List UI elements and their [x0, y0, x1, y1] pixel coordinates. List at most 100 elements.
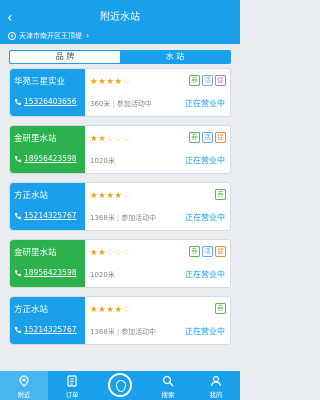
- station-name: 金研里水站: [14, 134, 57, 144]
- tab-brand[interactable]: 品 牌: [10, 51, 120, 63]
- nav-search[interactable]: 搜索: [144, 371, 192, 400]
- promo-badge: 促: [215, 132, 226, 143]
- station-meta: 1368米 | 参加活动中: [90, 328, 157, 336]
- station-card[interactable]: 金研里水站 18956423598 ★★☆☆☆ 券活促 1020米 正在营业中: [9, 239, 231, 288]
- rating-stars: ★★☆☆☆: [90, 134, 131, 144]
- phone-number: 15214325767: [24, 211, 77, 220]
- promo-badge: 券: [215, 189, 226, 200]
- phone-icon: [14, 155, 21, 162]
- bottom-nav: 附近 订单 搜索 我的: [0, 371, 240, 400]
- chevron-right-icon: ›: [86, 31, 90, 40]
- star-filled-icon: ★: [90, 77, 99, 87]
- activity-text: 参加活动中: [121, 328, 157, 336]
- star-filled-icon: ★: [90, 134, 99, 144]
- badge-group: 券活促: [189, 246, 226, 257]
- phone-number: 15326403656: [24, 97, 77, 106]
- station-meta: 1020米: [90, 156, 115, 166]
- star-filled-icon: ★: [114, 77, 123, 87]
- badge-group: 券: [215, 189, 226, 200]
- station-name: 方正水站: [14, 191, 49, 201]
- promo-badge: 券: [189, 132, 200, 143]
- tab-station[interactable]: 水 站: [120, 51, 230, 63]
- rating-stars: ★★☆☆☆: [90, 248, 131, 258]
- phone-icon: [14, 212, 21, 219]
- badge-group: 券活促: [189, 75, 226, 86]
- station-header: 金研里水站 18956423598: [10, 240, 85, 287]
- station-header: 方正水站 15214325767: [10, 183, 85, 230]
- page-title: 附近水站: [100, 12, 140, 23]
- star-empty-icon: ☆: [114, 134, 123, 144]
- nav-orders[interactable]: 订单: [48, 371, 96, 400]
- location-bar[interactable]: 天津市南开区王顶堤 ›: [0, 28, 240, 44]
- station-list: 华苑三星实业 15326403656 ★★★★☆ 券活促 360米 | 参加活动中 …: [9, 68, 231, 353]
- station-card[interactable]: 华苑三星实业 15326403656 ★★★★☆ 券活促 360米 | 参加活动中 …: [9, 68, 231, 117]
- status-text: 正在营业中: [185, 327, 225, 336]
- activity-text: 参加活动中: [121, 214, 157, 222]
- distance: 1368米: [90, 328, 115, 336]
- station-meta: 360米 | 参加活动中: [90, 100, 152, 108]
- user-icon: [210, 375, 222, 387]
- chevron-left-icon[interactable]: ‹: [7, 8, 13, 28]
- station-card[interactable]: 金研里水站 18956423598 ★★☆☆☆ 券活促 1020米 正在营业中: [9, 125, 231, 174]
- station-phone[interactable]: 18956423598: [14, 154, 77, 163]
- distance: 1368米: [90, 214, 115, 222]
- promo-badge: 券: [189, 246, 200, 257]
- station-card[interactable]: 方正水站 15214325767 ★★★★☆ 券 1368米 | 参加活动中 正在营…: [9, 296, 231, 345]
- promo-badge: 活: [202, 75, 213, 86]
- star-filled-icon: ★: [90, 191, 99, 201]
- nav-search-label: 搜索: [161, 391, 175, 399]
- phone-number: 15214325767: [24, 325, 77, 334]
- rating-stars: ★★★★☆: [90, 191, 131, 201]
- star-filled-icon: ★: [90, 248, 99, 258]
- phone-icon: [14, 326, 21, 333]
- station-header: 华苑三星实业 15326403656: [10, 69, 85, 116]
- order-icon: [67, 375, 77, 387]
- star-empty-icon: ☆: [122, 77, 131, 87]
- promo-badge: 活: [202, 246, 213, 257]
- status-text: 正在营业中: [185, 213, 225, 222]
- station-phone[interactable]: 18956423598: [14, 268, 77, 277]
- location-text: 天津市南开区王顶堤: [19, 32, 82, 40]
- station-name: 金研里水站: [14, 248, 57, 258]
- star-empty-icon: ☆: [122, 134, 131, 144]
- star-empty-icon: ☆: [114, 248, 123, 258]
- station-phone[interactable]: 15326403656: [14, 97, 77, 106]
- status-bar: [0, 0, 240, 8]
- station-meta: 1368米 | 参加活动中: [90, 214, 157, 222]
- phone-icon: [14, 269, 21, 276]
- station-header: 金研里水站 18956423598: [10, 126, 85, 173]
- search-icon: [162, 375, 174, 387]
- tab-bar: 品 牌 水 站: [9, 50, 231, 64]
- station-header: 方正水站 15214325767: [10, 297, 85, 344]
- badge-group: 券: [215, 303, 226, 314]
- phone-icon: [14, 98, 21, 105]
- star-empty-icon: ☆: [122, 191, 131, 201]
- station-phone[interactable]: 15214325767: [14, 325, 77, 334]
- rating-stars: ★★★★☆: [90, 77, 131, 87]
- promo-badge: 券: [189, 75, 200, 86]
- status-text: 正在营业中: [185, 156, 225, 165]
- promo-badge: 促: [215, 246, 226, 257]
- location-pin-icon: [8, 32, 16, 40]
- rating-stars: ★★★★☆: [90, 305, 131, 315]
- nav-mine[interactable]: 我的: [192, 371, 240, 400]
- station-phone[interactable]: 15214325767: [14, 211, 77, 220]
- station-name: 方正水站: [14, 305, 49, 315]
- star-filled-icon: ★: [114, 305, 123, 315]
- water-drop-icon: [108, 373, 132, 397]
- station-name: 华苑三星实业: [14, 77, 66, 87]
- title-bar: ‹ 附近水站: [0, 8, 240, 28]
- nav-mine-label: 我的: [209, 391, 223, 399]
- nav-nearby[interactable]: 附近: [0, 371, 48, 400]
- star-filled-icon: ★: [90, 305, 99, 315]
- nav-orders-label: 订单: [65, 391, 79, 399]
- distance: 360米: [90, 100, 111, 108]
- nav-water[interactable]: [96, 371, 144, 400]
- station-card[interactable]: 方正水站 15214325767 ★★★★☆ 券 1368米 | 参加活动中 正在营…: [9, 182, 231, 231]
- phone-number: 18956423598: [24, 154, 77, 163]
- star-empty-icon: ☆: [122, 248, 131, 258]
- star-empty-icon: ☆: [122, 305, 131, 315]
- status-text: 正在营业中: [185, 99, 225, 108]
- station-meta: 1020米: [90, 270, 115, 280]
- promo-badge: 券: [215, 303, 226, 314]
